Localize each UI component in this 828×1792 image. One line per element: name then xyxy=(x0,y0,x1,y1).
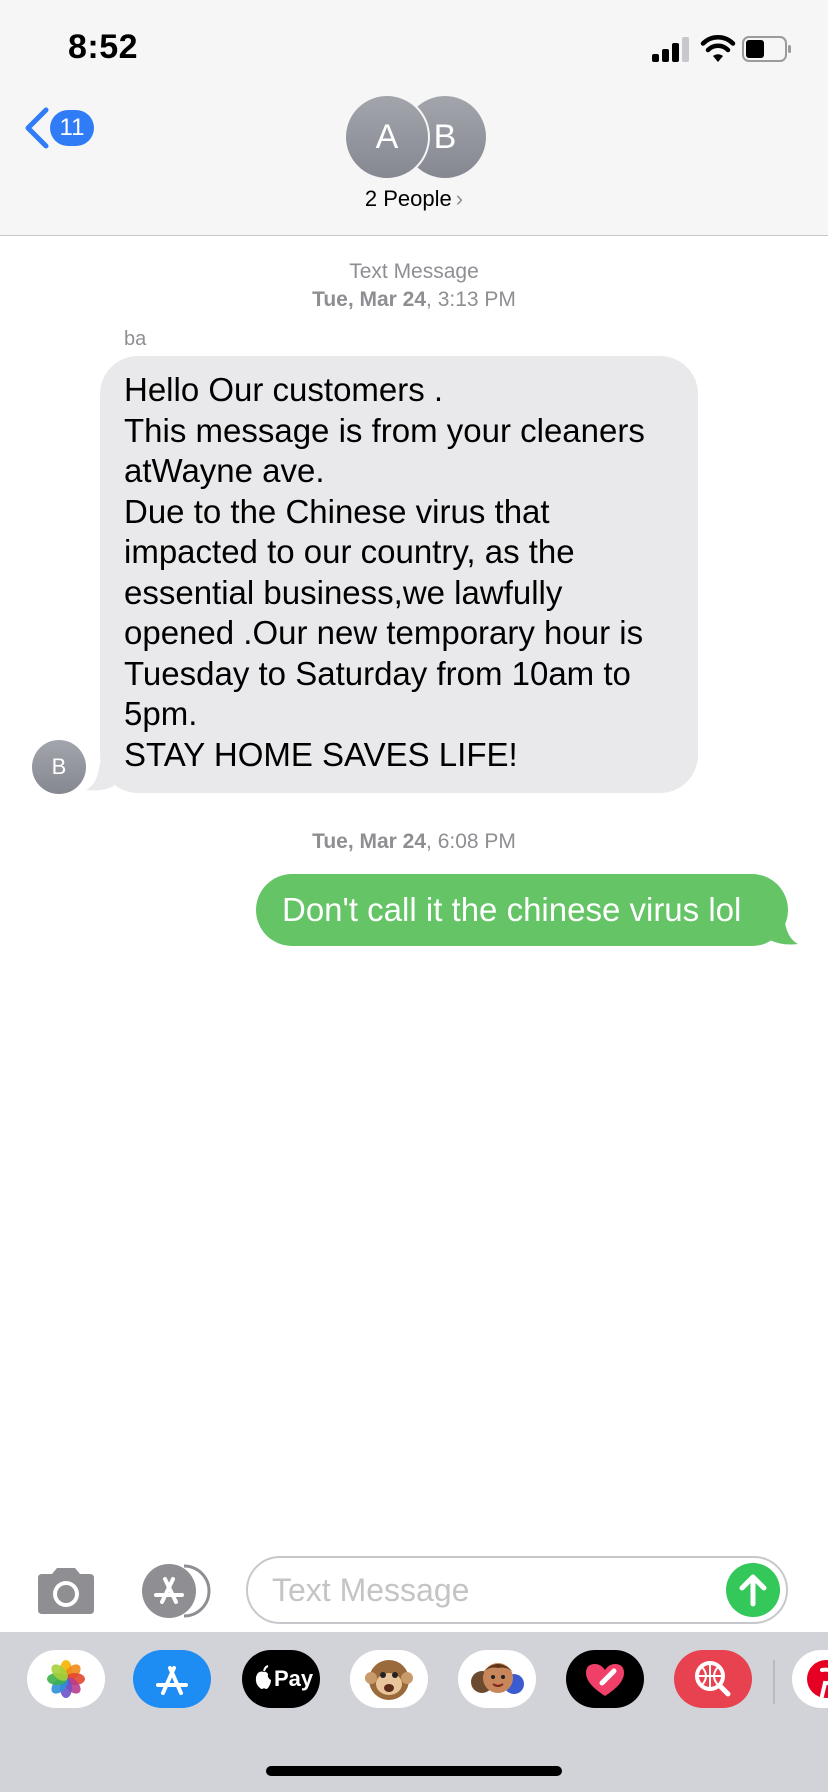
timestamp: Tue, Mar 24, 6:08 PM xyxy=(0,830,828,854)
memoji-app-icon[interactable] xyxy=(458,1650,536,1708)
chevron-right-icon: › xyxy=(455,186,464,211)
cellular-signal-icon xyxy=(652,36,690,62)
home-indicator[interactable] xyxy=(266,1766,562,1776)
photos-app-icon[interactable] xyxy=(27,1650,105,1708)
send-button[interactable] xyxy=(726,1563,780,1617)
battery-icon xyxy=(742,36,791,62)
sender-name: ba xyxy=(124,328,147,350)
timestamp-date: Tue, Mar 24 xyxy=(312,288,427,311)
conversation-header: 8:52 11 A B 2 People › xyxy=(0,0,828,236)
outgoing-message-bubble[interactable]: Don't call it the chinese virus lol xyxy=(256,874,788,946)
group-members-label: 2 People xyxy=(364,186,452,211)
animoji-app-icon[interactable] xyxy=(350,1650,428,1708)
apple-pay-label: Pay xyxy=(274,1666,314,1691)
app-drawer: Pay xyxy=(0,1632,828,1792)
camera-icon[interactable] xyxy=(34,1566,98,1616)
apple-pay-app-icon[interactable]: Pay xyxy=(242,1650,320,1708)
unread-count-badge: 11 xyxy=(50,110,94,146)
message-input-placeholder: Text Message xyxy=(272,1572,470,1608)
pinterest-app-icon[interactable] xyxy=(792,1650,828,1708)
service-label: Text Message xyxy=(349,260,479,283)
drawer-divider xyxy=(773,1660,775,1704)
timestamp: Tue, Mar 24, 3:13 PM xyxy=(0,288,828,312)
wifi-icon xyxy=(700,35,736,62)
app-store-app-icon[interactable] xyxy=(133,1650,211,1708)
group-avatars[interactable]: A B xyxy=(344,94,486,180)
back-button[interactable]: 11 xyxy=(22,104,102,152)
digital-touch-app-icon[interactable] xyxy=(566,1650,644,1708)
chevron-left-icon xyxy=(25,107,49,149)
timestamp-date: Tue, Mar 24 xyxy=(312,830,427,853)
timestamp-time: , 6:08 PM xyxy=(426,830,516,853)
sender-avatar[interactable]: B xyxy=(32,740,86,794)
apps-button-icon[interactable] xyxy=(140,1562,212,1620)
incoming-message-bubble[interactable]: Hello Our customers . This message is fr… xyxy=(100,356,698,793)
status-time: 8:52 xyxy=(68,28,139,66)
group-details-link[interactable]: 2 People › xyxy=(0,186,828,212)
message-input[interactable]: Text Message xyxy=(246,1556,788,1624)
arrow-up-icon xyxy=(739,1574,767,1607)
timestamp-time: , 3:13 PM xyxy=(426,288,516,311)
avatar: A xyxy=(344,94,430,180)
web-images-app-icon[interactable] xyxy=(674,1650,752,1708)
